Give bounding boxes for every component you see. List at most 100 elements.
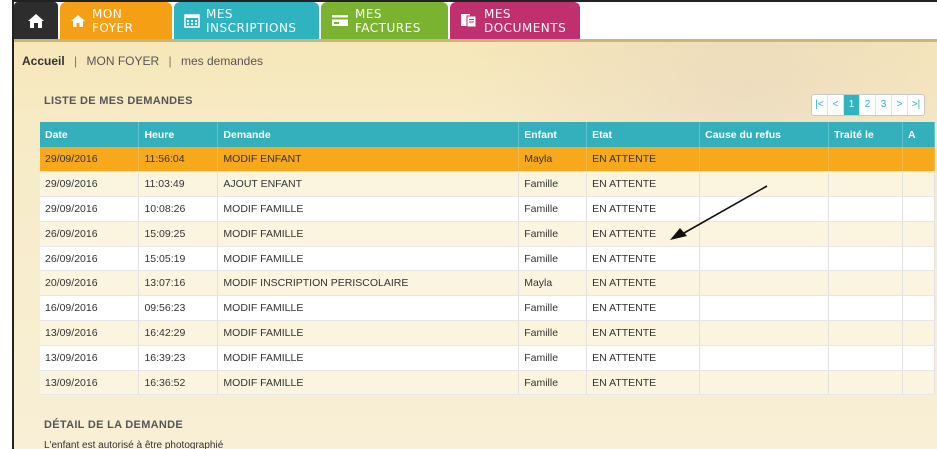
cell-a	[902, 270, 936, 297]
pager-page-1[interactable]: 1	[844, 95, 860, 115]
pager-next-button[interactable]: >	[892, 95, 908, 115]
cell-cause-refus	[699, 246, 830, 272]
cell-cause-refus	[699, 295, 830, 322]
cell-date: 13/09/2016	[40, 320, 140, 346]
cell-a	[902, 246, 936, 272]
tab-label: MON FOYER	[92, 6, 134, 35]
top-navigation: MON FOYER MES INSCRIPTIONS MES FACTURES …	[14, 2, 937, 39]
table-row[interactable]: 13/09/2016 16:36:52 MODIF FAMILLE Famille EN…	[40, 370, 936, 396]
cell-heure: 11:03:49	[138, 171, 219, 198]
cell-enfant: Famille	[518, 171, 588, 198]
documents-icon	[460, 13, 478, 28]
cell-date: 29/09/2016	[40, 147, 140, 173]
cell-enfant: Mayla	[518, 270, 588, 297]
cell-enfant: Famille	[518, 370, 588, 396]
breadcrumb-mon-foyer-link[interactable]: MON FOYER	[87, 54, 160, 68]
cell-traite-le	[828, 270, 903, 297]
pager-page-2[interactable]: 2	[860, 95, 876, 115]
tab-mes-documents[interactable]: MES DOCUMENTS	[450, 2, 580, 39]
breadcrumb-home-link[interactable]: Accueil	[22, 54, 65, 68]
cell-date: 26/09/2016	[40, 221, 140, 247]
requests-table: Date Heure Demande Enfant Etat Cause du …	[40, 122, 936, 396]
cell-cause-refus	[699, 345, 830, 371]
cell-cause-refus	[699, 147, 830, 173]
cell-demande: MODIF INSCRIPTION PERISCOLAIRE	[217, 270, 520, 297]
detail-text: L'enfant est autorisé à être photographi…	[44, 440, 224, 449]
tab-mon-foyer[interactable]: MON FOYER	[60, 2, 172, 39]
column-header-enfant[interactable]: Enfant	[518, 122, 588, 147]
column-header-cause-refus[interactable]: Cause du refus	[699, 122, 830, 147]
cell-date: 29/09/2016	[40, 196, 140, 222]
cell-a	[902, 221, 936, 247]
cell-traite-le	[828, 345, 903, 371]
pager-first-button[interactable]: |<	[812, 95, 828, 115]
cell-date: 13/09/2016	[40, 345, 140, 371]
table-row[interactable]: 13/09/2016 16:39:23 MODIF FAMILLE Famille EN…	[40, 345, 936, 371]
cell-etat: EN ATTENTE	[586, 246, 701, 272]
column-header-traite-le[interactable]: Traité le	[828, 122, 903, 147]
column-header-heure[interactable]: Heure	[138, 122, 219, 147]
table-row[interactable]: 29/09/2016 10:08:26 MODIF FAMILLE Famille EN…	[40, 196, 936, 222]
card-icon	[331, 14, 349, 27]
cell-etat: EN ATTENTE	[586, 345, 701, 371]
pagination: |< < 1 2 3 > >|	[811, 94, 925, 116]
table-row[interactable]: 16/09/2016 09:56:23 MODIF FAMILLE Famille EN…	[40, 295, 936, 322]
cell-a	[902, 295, 936, 322]
cell-heure: 13:07:16	[138, 270, 219, 297]
cell-a	[902, 196, 936, 222]
pager-page-3[interactable]: 3	[876, 95, 892, 115]
breadcrumb: Accueil | MON FOYER | mes demandes	[22, 54, 263, 68]
table-row[interactable]: 29/09/2016 11:03:49 AJOUT ENFANT Famille EN …	[40, 171, 936, 198]
cell-etat: EN ATTENTE	[586, 270, 701, 297]
column-header-demande[interactable]: Demande	[217, 122, 520, 147]
cell-heure: 16:36:52	[138, 370, 219, 396]
cell-enfant: Mayla	[518, 147, 588, 173]
cell-traite-le	[828, 147, 903, 173]
cell-demande: MODIF FAMILLE	[217, 370, 520, 396]
pager-last-button[interactable]: >|	[908, 95, 924, 115]
cell-a	[902, 171, 936, 198]
column-header-a[interactable]: A	[902, 122, 936, 147]
cell-cause-refus	[699, 270, 830, 297]
tab-mes-inscriptions[interactable]: MES INSCRIPTIONS	[174, 2, 319, 39]
tab-home[interactable]	[14, 2, 58, 39]
cell-traite-le	[828, 171, 903, 198]
cell-date: 20/09/2016	[40, 270, 140, 297]
cell-demande: MODIF FAMILLE	[217, 295, 520, 322]
cell-heure: 11:56:04	[138, 147, 219, 173]
cell-demande: MODIF ENFANT	[217, 147, 520, 173]
table-row[interactable]: 13/09/2016 16:42:29 MODIF FAMILLE Famille EN…	[40, 320, 936, 346]
cell-demande: MODIF FAMILLE	[217, 196, 520, 222]
pager-prev-button[interactable]: <	[828, 95, 844, 115]
cell-demande: MODIF FAMILLE	[217, 246, 520, 272]
cell-etat: EN ATTENTE	[586, 295, 701, 322]
cell-enfant: Famille	[518, 345, 588, 371]
cell-a	[902, 345, 936, 371]
cell-heure: 15:09:25	[138, 221, 219, 247]
home-icon	[27, 13, 45, 29]
cell-cause-refus	[699, 221, 830, 247]
column-header-etat[interactable]: Etat	[586, 122, 701, 147]
table-header-row: Date Heure Demande Enfant Etat Cause du …	[40, 122, 936, 147]
table-row[interactable]: 20/09/2016 13:07:16 MODIF INSCRIPTION PERI…	[40, 270, 936, 297]
tab-label: MES DOCUMENTS	[484, 6, 567, 35]
cell-date: 26/09/2016	[40, 246, 140, 272]
cell-etat: EN ATTENTE	[586, 370, 701, 396]
cell-heure: 09:56:23	[138, 295, 219, 322]
table-row-selected[interactable]: 29/09/2016 11:56:04 MODIF ENFANT Mayla EN AT…	[40, 147, 936, 173]
column-header-date[interactable]: Date	[40, 122, 140, 147]
cell-demande: MODIF FAMILLE	[217, 345, 520, 371]
table-row[interactable]: 26/09/2016 15:05:19 MODIF FAMILLE Famille EN…	[40, 246, 936, 272]
cell-traite-le	[828, 221, 903, 247]
cell-enfant: Famille	[518, 246, 588, 272]
tab-mes-factures[interactable]: MES FACTURES	[321, 2, 448, 39]
cell-etat: EN ATTENTE	[586, 320, 701, 346]
cell-heure: 15:05:19	[138, 246, 219, 272]
breadcrumb-separator: |	[74, 54, 78, 68]
breadcrumb-current: mes demandes	[180, 54, 264, 68]
cell-etat: EN ATTENTE	[586, 147, 701, 173]
cell-enfant: Famille	[518, 295, 588, 322]
cell-enfant: Famille	[518, 221, 588, 247]
table-row[interactable]: 26/09/2016 15:09:25 MODIF FAMILLE Famille EN…	[40, 221, 936, 247]
cell-etat: EN ATTENTE	[586, 221, 701, 247]
